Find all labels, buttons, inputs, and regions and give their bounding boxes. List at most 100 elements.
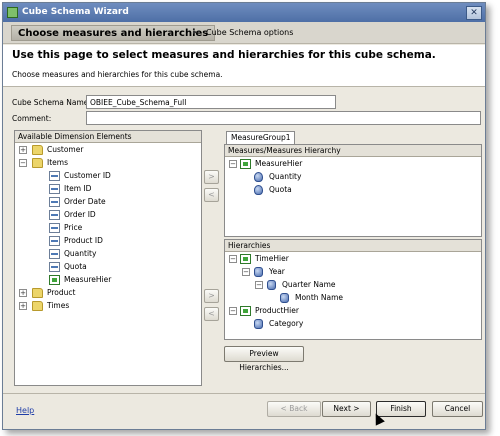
step-next[interactable]: Cube Schema options <box>206 28 293 37</box>
tree-item-label: TimeHier <box>255 254 289 263</box>
remove-measure-button[interactable]: < <box>204 188 219 202</box>
available-elements-panel: Available Dimension Elements + Customer … <box>14 130 202 386</box>
hier-quarter-row[interactable]: − Quarter Name <box>229 279 469 291</box>
page-header: Use this page to select measures and hie… <box>3 45 485 87</box>
remove-hierarchy-button[interactable]: < <box>204 307 219 321</box>
column-icon <box>49 171 60 181</box>
expand-icon[interactable]: + <box>19 146 27 154</box>
tree-item-order-date[interactable]: Order Date <box>19 196 199 208</box>
hierarchy-icon <box>240 254 251 264</box>
tree-item-customer[interactable]: + Customer <box>19 144 199 156</box>
collapse-icon[interactable]: − <box>242 268 250 276</box>
measure-icon <box>254 172 263 182</box>
tree-item-customer-id[interactable]: Customer ID <box>19 170 199 182</box>
next-button[interactable]: Next > <box>322 401 371 417</box>
tree-item-price[interactable]: Price <box>19 222 199 234</box>
folder-icon <box>32 158 43 168</box>
tree-item-label: Customer <box>47 145 84 154</box>
measure-quantity-row[interactable]: Quantity <box>229 171 469 183</box>
collapse-icon[interactable]: − <box>229 255 237 263</box>
page-subtitle: Choose measures and hierarchies for this… <box>12 70 223 79</box>
column-icon <box>49 236 60 246</box>
tree-item-item-id[interactable]: Item ID <box>19 183 199 195</box>
hierarchy-icon <box>49 275 60 285</box>
tree-item-label: Items <box>47 158 68 167</box>
close-button[interactable]: ✕ <box>466 6 482 20</box>
comment-label: Comment: <box>12 114 52 123</box>
hierarchy-icon <box>240 159 251 169</box>
finish-button[interactable]: Finish <box>376 401 426 417</box>
level-icon <box>280 293 289 303</box>
tree-item-label: Product <box>47 288 76 297</box>
hierarchy-icon <box>240 306 251 316</box>
collapse-icon[interactable]: − <box>229 307 237 315</box>
wizard-app-icon <box>7 7 18 18</box>
tree-item-quota[interactable]: Quota <box>19 261 199 273</box>
title-bar: Cube Schema Wizard ✕ <box>3 3 485 22</box>
window-title: Cube Schema Wizard <box>22 7 129 17</box>
hier-year-row[interactable]: − Year <box>229 266 469 278</box>
folder-icon <box>32 145 43 155</box>
tree-item-measurehier[interactable]: MeasureHier <box>19 274 199 286</box>
tree-item-label: Customer ID <box>64 171 111 180</box>
tree-item-label: MeasureHier <box>255 159 303 168</box>
hierarchies-panel-title: Hierarchies <box>225 240 481 252</box>
tree-item-label: Order Date <box>64 197 106 206</box>
column-icon <box>49 197 60 207</box>
hier-timehier-row[interactable]: − TimeHier <box>229 253 469 265</box>
tree-item-label: Quantity <box>64 249 97 258</box>
tree-item-label: Quota <box>64 262 87 271</box>
tree-item-label: ProductHier <box>255 306 299 315</box>
folder-icon <box>32 301 43 311</box>
hier-month-row[interactable]: Month Name <box>229 292 469 304</box>
tree-item-items[interactable]: − Items <box>19 157 199 169</box>
column-icon <box>49 184 60 194</box>
tree-item-order-id[interactable]: Order ID <box>19 209 199 221</box>
tree-item-product-id[interactable]: Product ID <box>19 235 199 247</box>
column-icon <box>49 249 60 259</box>
tree-item-label: MeasureHier <box>64 275 112 284</box>
collapse-icon[interactable]: − <box>229 160 237 168</box>
preview-hierarchies-button[interactable]: Preview Hierarchies... <box>224 346 304 372</box>
column-icon <box>49 210 60 220</box>
measures-panel: Measures/Measures Hierarchy − MeasureHie… <box>224 144 482 237</box>
column-icon <box>49 262 60 272</box>
comment-field[interactable] <box>86 111 481 125</box>
add-measure-button[interactable]: > <box>204 170 219 184</box>
step-current[interactable]: Choose measures and hierarchies <box>11 25 216 41</box>
level-icon <box>267 280 276 290</box>
tree-item-times[interactable]: + Times <box>19 300 199 312</box>
tree-item-label: Item ID <box>64 184 92 193</box>
cancel-button[interactable]: Cancel <box>432 401 483 417</box>
collapse-icon[interactable]: − <box>255 281 263 289</box>
hier-category-row[interactable]: Category <box>229 318 469 330</box>
available-elements-title: Available Dimension Elements <box>15 131 201 143</box>
expand-icon[interactable]: + <box>19 289 27 297</box>
level-icon <box>254 267 263 277</box>
schema-name-field[interactable]: OBIEE_Cube_Schema_Full <box>86 95 336 109</box>
add-hierarchy-button[interactable]: > <box>204 289 219 303</box>
hier-producthier-row[interactable]: − ProductHier <box>229 305 469 317</box>
tree-item-quantity[interactable]: Quantity <box>19 248 199 260</box>
tree-item-label: Price <box>64 223 83 232</box>
collapse-icon[interactable]: − <box>19 159 27 167</box>
column-icon <box>49 223 60 233</box>
footer-divider <box>3 393 485 394</box>
tree-item-label: Quarter Name <box>282 280 336 289</box>
measure-hier-row[interactable]: − MeasureHier <box>229 158 469 170</box>
back-button[interactable]: < Back <box>267 401 321 417</box>
tab-measuregroup1[interactable]: MeasureGroup1 <box>226 131 296 144</box>
measure-icon <box>254 185 263 195</box>
tree-item-label: Quota <box>269 185 292 194</box>
tree-item-product[interactable]: + Product <box>19 287 199 299</box>
measure-quota-row[interactable]: Quota <box>229 184 469 196</box>
measures-panel-title: Measures/Measures Hierarchy <box>225 145 481 157</box>
step-arrow-icon: ► <box>193 28 199 36</box>
tree-item-label: Month Name <box>295 293 344 302</box>
level-icon <box>254 319 263 329</box>
help-link[interactable]: Help <box>16 406 34 415</box>
expand-icon[interactable]: + <box>19 302 27 310</box>
schema-name-label: Cube Schema Name: <box>12 98 91 107</box>
tree-item-label: Times <box>47 301 70 310</box>
page-title: Use this page to select measures and hie… <box>12 49 436 61</box>
